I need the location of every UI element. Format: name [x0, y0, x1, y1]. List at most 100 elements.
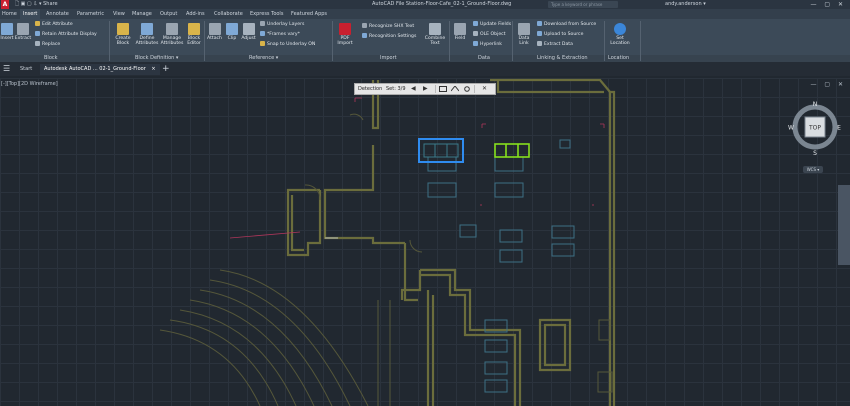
- download-icon: [537, 21, 542, 26]
- viewcube[interactable]: TOP N S E W: [787, 99, 845, 157]
- new-tab-button[interactable]: +: [162, 62, 170, 76]
- app-logo[interactable]: A: [1, 0, 9, 9]
- snap-to-underlay-dropdown[interactable]: Snap to Underlay ON: [260, 41, 315, 48]
- define-attributes-button[interactable]: Define Attributes: [135, 23, 159, 46]
- clip-label: Clip: [227, 36, 237, 41]
- underlay-layers-icon: [260, 21, 265, 26]
- settings-icon[interactable]: [463, 86, 471, 96]
- frames-vary-dropdown[interactable]: *Frames vary*: [260, 31, 300, 38]
- tab-add-ins[interactable]: Add-ins: [186, 9, 205, 19]
- extract-label: Extract: [14, 36, 32, 41]
- manage-attributes-label: Manage Attributes: [160, 36, 184, 46]
- ribbon-tab-bar: [0, 9, 850, 19]
- ole-object-icon: [473, 31, 478, 36]
- combine-text-label: Combine Text: [424, 36, 446, 46]
- tab-home[interactable]: Home: [2, 9, 17, 19]
- adjust-label: Adjust: [241, 36, 256, 41]
- combine-text-button[interactable]: Combine Text: [424, 23, 446, 46]
- close-icon[interactable]: ✕: [482, 84, 487, 94]
- edit-attribute-button[interactable]: Edit Attribute: [35, 21, 73, 28]
- manage-attributes-button[interactable]: Manage Attributes: [160, 23, 184, 46]
- tab-active-drawing[interactable]: Autodesk AutoCAD ... 02-1_Ground-Floor ×: [40, 64, 160, 75]
- attach-button[interactable]: Attach: [206, 23, 223, 41]
- hamburger-menu-icon[interactable]: ☰: [3, 62, 10, 76]
- tab-start[interactable]: Start: [16, 64, 36, 75]
- frames-vary-label: *Frames vary*: [267, 32, 300, 37]
- update-fields-label: Update Fields: [480, 22, 512, 27]
- retain-attribute-icon: [35, 31, 40, 36]
- matched-block[interactable]: [494, 143, 530, 158]
- close-tab-icon[interactable]: ×: [151, 66, 155, 72]
- next-match-icon[interactable]: ▶: [423, 84, 428, 94]
- compass-south[interactable]: S: [813, 150, 817, 157]
- clip-button[interactable]: Clip: [225, 23, 239, 41]
- upload-to-source-button[interactable]: Upload to Source: [537, 31, 583, 38]
- convert-to-block-icon[interactable]: [450, 85, 460, 96]
- tab-express-tools[interactable]: Express Tools: [250, 9, 283, 19]
- recognition-settings-button[interactable]: Recognition Settings: [362, 33, 416, 40]
- field-button[interactable]: Field: [452, 23, 468, 41]
- window-controls[interactable]: — ▢ ✕: [810, 0, 846, 9]
- field-icon: [454, 23, 466, 35]
- adjust-button[interactable]: Adjust: [240, 23, 257, 41]
- set-location-button[interactable]: Set Location: [608, 23, 632, 46]
- update-fields-button[interactable]: Update Fields: [473, 21, 511, 28]
- data-link-label: Data Link: [518, 36, 530, 46]
- retain-attribute-label: Retain Attribute Display: [42, 32, 97, 37]
- viewcube-top-face[interactable]: TOP: [808, 125, 821, 132]
- download-from-source-button[interactable]: Download from Source: [537, 21, 596, 28]
- panel-divider: [449, 21, 450, 61]
- user-account-menu[interactable]: andy.anderson ▾: [665, 0, 706, 9]
- tab-insert[interactable]: Insert: [20, 9, 41, 19]
- navigation-bar[interactable]: [838, 185, 850, 265]
- adjust-icon: [242, 23, 255, 35]
- compass-east[interactable]: E: [837, 125, 841, 132]
- viewport-window-controls[interactable]: — ▢ ✕: [810, 81, 846, 88]
- wcs-menu[interactable]: WCS ▾: [803, 166, 823, 173]
- pdf-import-label: PDF Import: [337, 36, 353, 46]
- panel-divider: [204, 21, 205, 61]
- tab-view[interactable]: View: [113, 9, 125, 19]
- tab-manage[interactable]: Manage: [132, 9, 152, 19]
- insert-block-button[interactable]: Insert: [0, 23, 14, 41]
- block-editor-label: Block Editor: [187, 36, 201, 46]
- compass-north[interactable]: N: [813, 101, 818, 108]
- data-link-button[interactable]: Data Link: [515, 23, 533, 46]
- snap-to-underlay-label: Snap to Underlay ON: [267, 42, 316, 47]
- globe-icon: [614, 23, 626, 35]
- recognition-settings-label: Recognition Settings: [369, 34, 417, 39]
- hyperlink-button[interactable]: Hyperlink: [473, 41, 502, 48]
- block-editor-button[interactable]: Block Editor: [185, 23, 203, 46]
- detection-label: Detection: [358, 86, 383, 92]
- previous-match-icon[interactable]: ◀: [411, 84, 416, 94]
- compass-west[interactable]: W: [788, 125, 794, 132]
- selected-block-geometry: [423, 143, 459, 158]
- panel-divider: [512, 21, 513, 61]
- replace-icon: [35, 41, 40, 46]
- create-block-button[interactable]: Create Block: [112, 23, 134, 46]
- tab-collaborate[interactable]: Collaborate: [214, 9, 243, 19]
- add-to-selection-icon[interactable]: [439, 86, 447, 96]
- tab-output[interactable]: Output: [160, 9, 177, 19]
- drawing-viewport[interactable]: [0, 78, 850, 406]
- tab-parametric[interactable]: Parametric: [77, 9, 104, 19]
- ole-object-button[interactable]: OLE Object: [473, 31, 506, 38]
- tab-featured-apps[interactable]: Featured Apps: [291, 9, 327, 19]
- replace-button[interactable]: Replace: [35, 41, 60, 48]
- retain-attribute-display-button[interactable]: Retain Attribute Display: [35, 31, 97, 38]
- edit-attribute-icon: [35, 21, 40, 26]
- viewport-controls-label[interactable]: [-][Top][2D Wireframe]: [1, 81, 58, 88]
- field-label: Field: [454, 36, 466, 41]
- recognize-shx-text-button[interactable]: Recognize SHX Text: [362, 23, 414, 30]
- quick-access-toolbar[interactable]: 🗋 ▣ ▢ ⇩ ▾ Share: [15, 0, 58, 9]
- extract-button[interactable]: Extract: [14, 23, 32, 41]
- extract-data-button[interactable]: Extract Data: [537, 41, 573, 48]
- pdf-import-button[interactable]: PDF Import: [334, 23, 356, 46]
- create-block-icon: [117, 23, 129, 35]
- panel-divider: [332, 21, 333, 61]
- recognize-shx-label: Recognize SHX Text: [369, 24, 415, 29]
- panel-label-location: Location: [608, 55, 630, 61]
- search-input[interactable]: Type a keyword or phrase: [548, 1, 618, 8]
- tab-annotate[interactable]: Annotate: [46, 9, 69, 19]
- underlay-layers-button[interactable]: Underlay Layers: [260, 21, 304, 28]
